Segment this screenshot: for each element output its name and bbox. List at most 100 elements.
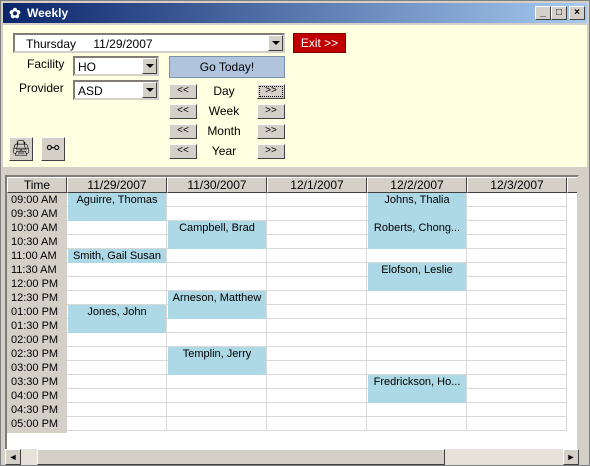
schedule-cell[interactable] bbox=[267, 291, 367, 305]
schedule-cell[interactable] bbox=[267, 263, 367, 277]
schedule-cell[interactable] bbox=[267, 389, 367, 403]
schedule-cell[interactable] bbox=[67, 347, 167, 361]
minimize-button[interactable]: _ bbox=[535, 6, 551, 20]
schedule-cell[interactable] bbox=[167, 389, 267, 403]
appointment-block[interactable]: Johns, Thalia bbox=[368, 193, 466, 221]
chevron-down-icon[interactable] bbox=[142, 58, 157, 74]
next-week-button[interactable]: >> bbox=[257, 104, 285, 119]
schedule-cell[interactable] bbox=[67, 221, 167, 235]
schedule-cell[interactable] bbox=[367, 305, 467, 319]
schedule-cell[interactable] bbox=[267, 417, 367, 431]
go-today-button[interactable]: Go Today! bbox=[169, 56, 285, 78]
schedule-cell[interactable] bbox=[67, 361, 167, 375]
schedule-cell[interactable] bbox=[367, 403, 467, 417]
schedule-cell[interactable] bbox=[467, 249, 567, 263]
schedule-cell[interactable] bbox=[467, 333, 567, 347]
schedule-cell[interactable] bbox=[367, 333, 467, 347]
horizontal-scrollbar[interactable]: ◄ ► bbox=[5, 449, 579, 465]
schedule-cell[interactable] bbox=[467, 319, 567, 333]
schedule-cell[interactable] bbox=[467, 361, 567, 375]
next-year-button[interactable]: >> bbox=[257, 144, 285, 159]
schedule-cell[interactable] bbox=[267, 403, 367, 417]
prev-day-button[interactable]: << bbox=[169, 84, 197, 99]
prev-month-button[interactable]: << bbox=[169, 124, 197, 139]
schedule-cell[interactable] bbox=[67, 333, 167, 347]
schedule-cell[interactable] bbox=[367, 417, 467, 431]
date-picker[interactable]: Thursday 11/29/2007 bbox=[13, 33, 285, 53]
prev-year-button[interactable]: << bbox=[169, 144, 197, 159]
find-button[interactable]: ⚯ bbox=[41, 137, 65, 161]
schedule-cell[interactable] bbox=[467, 263, 567, 277]
appointment-block[interactable]: Elofson, Leslie bbox=[368, 263, 466, 291]
schedule-cell[interactable] bbox=[67, 291, 167, 305]
schedule-cell[interactable] bbox=[167, 207, 267, 221]
schedule-cell[interactable] bbox=[167, 403, 267, 417]
schedule-cell[interactable] bbox=[367, 361, 467, 375]
schedule-cell[interactable] bbox=[467, 207, 567, 221]
print-button[interactable]: 🖨 bbox=[9, 137, 33, 161]
schedule-cell[interactable] bbox=[67, 403, 167, 417]
schedule-cell[interactable] bbox=[267, 221, 367, 235]
schedule-cell[interactable] bbox=[67, 235, 167, 249]
schedule-cell[interactable] bbox=[167, 319, 267, 333]
schedule-cell[interactable] bbox=[267, 235, 367, 249]
schedule-cell[interactable] bbox=[467, 347, 567, 361]
scroll-left-icon[interactable]: ◄ bbox=[5, 449, 21, 465]
chevron-down-icon[interactable] bbox=[142, 82, 157, 98]
schedule-cell[interactable] bbox=[367, 319, 467, 333]
schedule-cell[interactable] bbox=[67, 389, 167, 403]
schedule-cell[interactable] bbox=[267, 207, 367, 221]
schedule-cell[interactable] bbox=[467, 277, 567, 291]
schedule-cell[interactable] bbox=[467, 375, 567, 389]
appointment-block[interactable]: Smith, Gail Susan bbox=[68, 249, 166, 263]
schedule-cell[interactable] bbox=[467, 235, 567, 249]
schedule-cell[interactable] bbox=[267, 375, 367, 389]
schedule-cell[interactable] bbox=[167, 249, 267, 263]
schedule-cell[interactable] bbox=[67, 277, 167, 291]
schedule-cell[interactable] bbox=[467, 291, 567, 305]
schedule-cell[interactable] bbox=[167, 375, 267, 389]
chevron-down-icon[interactable] bbox=[268, 35, 283, 51]
schedule-cell[interactable] bbox=[467, 221, 567, 235]
prev-week-button[interactable]: << bbox=[169, 104, 197, 119]
schedule-cell[interactable] bbox=[267, 319, 367, 333]
schedule-cell[interactable] bbox=[267, 361, 367, 375]
schedule-cell[interactable] bbox=[67, 417, 167, 431]
provider-select[interactable]: ASD bbox=[73, 80, 159, 100]
schedule-cell[interactable] bbox=[467, 305, 567, 319]
schedule-cell[interactable] bbox=[267, 305, 367, 319]
schedule-cell[interactable] bbox=[67, 375, 167, 389]
schedule-cell[interactable] bbox=[67, 263, 167, 277]
schedule-cell[interactable] bbox=[367, 249, 467, 263]
schedule-cell[interactable] bbox=[267, 193, 367, 207]
exit-button[interactable]: Exit >> bbox=[293, 33, 346, 53]
schedule-cell[interactable] bbox=[467, 389, 567, 403]
appointment-block[interactable]: Templin, Jerry bbox=[168, 347, 266, 375]
schedule-cell[interactable] bbox=[367, 347, 467, 361]
schedule-cell[interactable] bbox=[267, 249, 367, 263]
schedule-cell[interactable] bbox=[167, 333, 267, 347]
appointment-block[interactable]: Campbell, Brad bbox=[168, 221, 266, 249]
scroll-right-icon[interactable]: ► bbox=[563, 449, 579, 465]
facility-select[interactable]: HO bbox=[73, 56, 159, 76]
schedule-cell[interactable] bbox=[467, 193, 567, 207]
schedule-cell[interactable] bbox=[167, 277, 267, 291]
appointment-block[interactable]: Roberts, Chong... bbox=[368, 221, 466, 249]
close-button[interactable]: × bbox=[569, 6, 585, 20]
schedule-cell[interactable] bbox=[467, 417, 567, 431]
appointment-block[interactable]: Aguirre, Thomas bbox=[68, 193, 166, 221]
next-month-button[interactable]: >> bbox=[257, 124, 285, 139]
schedule-cell[interactable] bbox=[267, 277, 367, 291]
schedule-cell[interactable] bbox=[167, 193, 267, 207]
appointment-block[interactable]: Arneson, Matthew bbox=[168, 291, 266, 319]
maximize-button[interactable]: □ bbox=[551, 6, 567, 20]
scrollbar-thumb[interactable] bbox=[37, 449, 445, 465]
schedule-cell[interactable] bbox=[367, 291, 467, 305]
schedule-cell[interactable] bbox=[167, 417, 267, 431]
appointment-block[interactable]: Jones, John bbox=[68, 305, 166, 333]
schedule-cell[interactable] bbox=[267, 333, 367, 347]
schedule-cell[interactable] bbox=[467, 403, 567, 417]
next-day-button[interactable]: >> bbox=[257, 84, 285, 99]
schedule-cell[interactable] bbox=[267, 347, 367, 361]
schedule-cell[interactable] bbox=[167, 263, 267, 277]
